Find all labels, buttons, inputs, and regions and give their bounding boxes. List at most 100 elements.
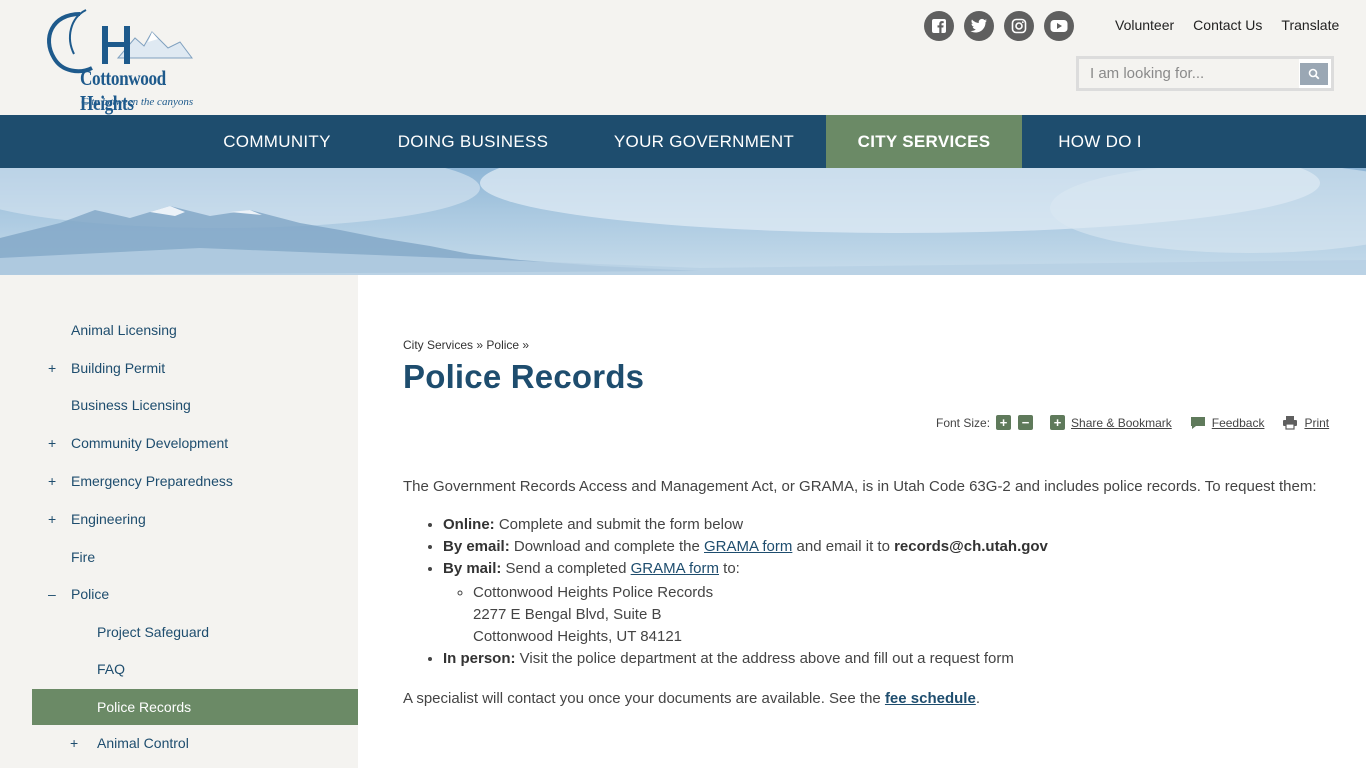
- twitter-icon[interactable]: [964, 11, 994, 41]
- nav-community[interactable]: COMMUNITY: [195, 115, 359, 168]
- hero-banner: [0, 168, 1366, 275]
- sidebar-item-police[interactable]: – Police: [0, 576, 358, 612]
- sidebar-item-animal-control[interactable]: + Animal Control: [0, 725, 358, 761]
- sidebar-item-fire[interactable]: Fire: [0, 539, 358, 575]
- print-icon: [1283, 416, 1298, 430]
- social-links: [924, 11, 1074, 41]
- sidebar-item-animal-licensing[interactable]: Animal Licensing: [0, 312, 358, 348]
- list-item: Online: Complete and submit the form bel…: [443, 514, 1333, 536]
- expand-toggle[interactable]: +: [48, 463, 60, 499]
- breadcrumb-city-services[interactable]: City Services: [403, 338, 473, 352]
- method-text: Send a completed: [501, 560, 631, 577]
- nav-doing-business[interactable]: DOING BUSINESS: [368, 115, 578, 168]
- sidebar-item-building-permit[interactable]: + Building Permit: [0, 350, 358, 386]
- fee-schedule-link[interactable]: fee schedule: [885, 690, 976, 707]
- site-header: Cottonwood Heights City between the cany…: [0, 0, 1366, 115]
- address-list: Cottonwood Heights Police Records 2277 E…: [443, 582, 1333, 648]
- contact-us-link[interactable]: Contact Us: [1193, 17, 1262, 33]
- print-link[interactable]: Print: [1304, 416, 1329, 430]
- feedback-icon: [1190, 416, 1205, 429]
- sidebar-item-community-development[interactable]: + Community Development: [0, 425, 358, 461]
- records-email: records@ch.utah.gov: [894, 538, 1048, 555]
- sidebar-item-label: Building Permit: [71, 360, 166, 376]
- closing-end: .: [975, 690, 980, 707]
- closing-paragraph: A specialist will contact you once your …: [403, 688, 1333, 710]
- share-bookmark-link[interactable]: Share & Bookmark: [1071, 416, 1172, 430]
- address-line: Cottonwood Heights, UT 84121: [473, 628, 683, 645]
- sidebar-item-label: Police: [71, 586, 110, 602]
- expand-toggle[interactable]: +: [70, 725, 82, 761]
- sidebar-item-label: Community Development: [71, 435, 229, 451]
- sidebar-item-label: Police Records: [97, 699, 192, 715]
- list-item: By mail: Send a completed GRAMA form to:…: [443, 558, 1333, 648]
- sidebar-item-label: Animal Control: [97, 735, 189, 751]
- sidebar-item-emergency-preparedness[interactable]: + Emergency Preparedness: [0, 463, 358, 499]
- utility-links: Volunteer Contact Us Translate: [1115, 17, 1339, 33]
- method-label: By mail:: [443, 560, 502, 577]
- font-decrease-button[interactable]: −: [1018, 415, 1034, 430]
- search-input[interactable]: [1079, 59, 1299, 88]
- grama-form-link[interactable]: GRAMA form: [631, 560, 719, 577]
- sidebar-item-label: Engineering: [71, 511, 146, 527]
- intro-paragraph: The Government Records Access and Manage…: [403, 478, 1317, 495]
- sidebar-item-label: Animal Licensing: [71, 322, 177, 338]
- nav-city-services[interactable]: CITY SERVICES: [826, 115, 1022, 168]
- page-title: Police Records: [403, 358, 645, 395]
- method-label: In person:: [443, 650, 516, 667]
- address-line: 2277 E Bengal Blvd, Suite B: [473, 606, 662, 623]
- address-item: Cottonwood Heights Police Records 2277 E…: [473, 582, 1333, 648]
- sidebar-item-label: Project Safeguard: [97, 624, 210, 640]
- instagram-icon[interactable]: [1004, 11, 1034, 41]
- sidebar-item-label: Emergency Preparedness: [71, 473, 233, 489]
- expand-toggle[interactable]: +: [48, 501, 60, 537]
- main-content: City Services » Police » Police Records …: [358, 275, 1366, 768]
- method-label: Online:: [443, 516, 495, 533]
- address-line: Cottonwood Heights Police Records: [473, 584, 714, 601]
- method-text: to:: [718, 560, 740, 577]
- feedback-link[interactable]: Feedback: [1212, 416, 1265, 430]
- facebook-icon[interactable]: [924, 11, 954, 41]
- request-methods-list: Online: Complete and submit the form bel…: [403, 514, 1333, 670]
- search-box: [1076, 56, 1334, 91]
- logo-tagline: City between the canyons: [81, 96, 194, 108]
- sidebar-item-engineering[interactable]: + Engineering: [0, 501, 358, 537]
- sidebar-item-business-licensing[interactable]: Business Licensing: [0, 387, 358, 423]
- volunteer-link[interactable]: Volunteer: [1115, 17, 1174, 33]
- method-text: and email it to: [792, 538, 895, 555]
- sidebar-nav: Animal Licensing + Building Permit Busin…: [0, 275, 358, 768]
- sidebar-item-label: Fire: [71, 549, 96, 565]
- method-text: Visit the police department at the addre…: [515, 650, 1014, 667]
- youtube-icon[interactable]: [1044, 11, 1074, 41]
- breadcrumb-separator: »: [522, 338, 530, 352]
- main-navigation: COMMUNITY DOING BUSINESS YOUR GOVERNMENT…: [0, 115, 1366, 168]
- list-item: In person: Visit the police department a…: [443, 648, 1333, 670]
- breadcrumb-separator: »: [476, 338, 484, 352]
- expand-toggle[interactable]: +: [48, 425, 60, 461]
- collapse-toggle[interactable]: –: [48, 576, 60, 612]
- sidebar-item-project-safeguard[interactable]: Project Safeguard: [0, 614, 358, 650]
- search-button[interactable]: [1300, 63, 1328, 85]
- nav-how-do-i[interactable]: HOW DO I: [1030, 115, 1170, 168]
- share-plus-icon: +: [1050, 415, 1066, 430]
- method-text: Complete and submit the form below: [494, 516, 744, 533]
- site-logo[interactable]: Cottonwood Heights City between the cany…: [40, 8, 230, 115]
- list-item: By email: Download and complete the GRAM…: [443, 536, 1333, 558]
- translate-link[interactable]: Translate: [1281, 17, 1339, 33]
- method-text: Download and complete the: [509, 538, 704, 555]
- sidebar-item-label: FAQ: [97, 661, 126, 677]
- nav-your-government[interactable]: YOUR GOVERNMENT: [589, 115, 819, 168]
- page-tools: Font Size: + − + Share & Bookmark Feedba…: [936, 415, 1329, 430]
- grama-form-link[interactable]: GRAMA form: [704, 538, 792, 555]
- expand-toggle[interactable]: +: [48, 350, 60, 386]
- sidebar-item-police-records[interactable]: Police Records: [32, 689, 358, 725]
- method-label: By email:: [443, 538, 510, 555]
- logo-name: Cottonwood Heights: [80, 66, 166, 115]
- search-icon: [1308, 68, 1320, 80]
- sidebar-item-label: Business Licensing: [71, 397, 191, 413]
- article-body: The Government Records Access and Manage…: [403, 476, 1333, 710]
- sidebar-item-faq[interactable]: FAQ: [0, 651, 358, 687]
- font-size-label: Font Size:: [936, 415, 991, 430]
- font-increase-button[interactable]: +: [996, 415, 1012, 430]
- breadcrumb-police[interactable]: Police: [486, 338, 519, 352]
- breadcrumb: City Services » Police »: [403, 338, 529, 352]
